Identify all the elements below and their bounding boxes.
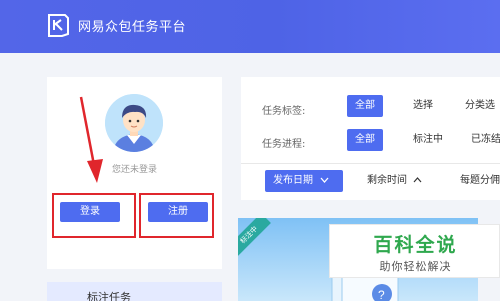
annotation-box-login (52, 193, 136, 238)
annotation-arrow (79, 96, 103, 183)
svg-text:?: ? (378, 288, 385, 301)
sort-publish-date-label: 发布日期 (273, 175, 313, 186)
tag-filter-all[interactable]: 全部 (347, 95, 383, 117)
watermark-subtitle: 助你轻松解决 (379, 260, 452, 273)
tag-filter-select[interactable]: 选择 (405, 95, 441, 117)
sort-remaining-time-button[interactable]: 剩余时间 (367, 170, 422, 192)
task-progress-label: 任务进程: (262, 139, 306, 150)
filter-divider (241, 163, 500, 164)
progress-filter-all[interactable]: 全部 (347, 129, 383, 151)
sort-remaining-time-label: 剩余时间 (367, 175, 407, 186)
user-avatar-icon (105, 94, 163, 152)
progress-filter-frozen[interactable]: 已冻结 (463, 129, 500, 151)
chevron-down-icon (320, 177, 329, 183)
progress-filter-annotating[interactable]: 标注中 (405, 129, 451, 151)
status-ribbon: 标注中 (238, 218, 271, 257)
tag-filter-classify[interactable]: 分类选 (457, 95, 500, 117)
sort-publish-date-button[interactable]: 发布日期 (265, 170, 343, 192)
chevron-up-icon (413, 177, 422, 183)
app-logo-icon[interactable] (45, 12, 71, 38)
tag-task-label: 标注任务 (87, 291, 131, 301)
task-tag-label: 任务标签: (262, 106, 306, 117)
annotation-box-register (139, 193, 214, 238)
app-title: 网易众包任务平台 (78, 20, 187, 35)
tag-task-card[interactable]: 标注任务 (47, 282, 222, 301)
watermark-badge: 百科全说 助你轻松解决 (329, 224, 500, 278)
filter-panel: 任务标签: 全部 选择 分类选 任务进程: 全部 标注中 已冻结 发布日期 剩余… (241, 77, 500, 200)
sort-share-button[interactable]: 每题分佣 (460, 170, 500, 192)
top-header: 网易众包任务平台 (0, 0, 500, 53)
watermark-title: 百科全说 (373, 234, 458, 256)
sort-share-label: 每题分佣 (460, 175, 500, 186)
